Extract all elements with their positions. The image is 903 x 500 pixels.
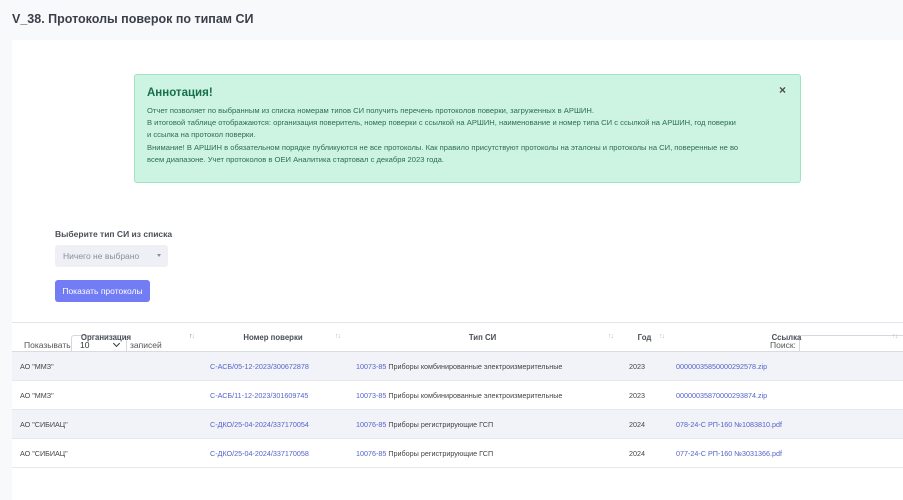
cell-organization: АО "СИБИАЦ" — [12, 409, 200, 439]
page-title: V_38. Протоколы поверок по типам СИ — [12, 12, 254, 26]
cell-year: 2024 — [619, 438, 670, 468]
annotation-title: Аннотация! — [147, 87, 213, 99]
type-select-label: Выберите тип СИ из списка — [55, 229, 173, 239]
type-name: Приборы регистрирующие ГСП — [388, 448, 494, 458]
type-name: Приборы комбинированные электроизмерител… — [388, 390, 563, 400]
table-header-row: Организация ↑↓ Номер поверки ↑↓ Тип СИ ↑↓ Г… — [12, 322, 903, 352]
show-protocols-button[interactable]: Показать протоколы — [55, 280, 150, 302]
sort-icon: ↑↓ — [892, 333, 898, 340]
close-icon[interactable]: × — [779, 83, 786, 97]
type-code-link[interactable]: 10076-85 — [356, 420, 386, 429]
annotation-alert: Аннотация! Отчет позволяет по выбранным … — [134, 74, 801, 183]
type-select-value: Ничего не выбрано — [63, 251, 140, 261]
verification-number-link[interactable]: С-АСБ/05-12-2023/300672878 — [210, 362, 309, 371]
table-row: АО "ММЗ" С-АСБ/11-12-2023/301609745 1007… — [12, 380, 903, 410]
protocol-link[interactable]: 00000035870000293874.zip — [676, 391, 767, 400]
column-header-link[interactable]: Ссылка ↑↓ — [670, 322, 903, 352]
annotation-line: всем диапазоне. Учет протоколов в ОЕИ Ан… — [147, 154, 444, 164]
cell-organization: АО "ММЗ" — [12, 380, 200, 410]
annotation-line: Внимание! В АРШИН в обязательном порядке… — [147, 142, 739, 152]
type-name: Приборы комбинированные электроизмерител… — [388, 361, 563, 371]
sort-icon: ↑↓ — [335, 333, 341, 340]
sort-icon: ↑↓ — [608, 333, 614, 340]
protocol-link[interactable]: 078-24-С РП-160 №1083810.pdf — [676, 420, 782, 429]
annotation-line: Отчет позволяет по выбранным из списка н… — [147, 106, 594, 115]
type-code-link[interactable]: 10073-85 — [356, 391, 386, 400]
table-row: АО "ММЗ" С-АСБ/05-12-2023/300672878 1007… — [12, 351, 903, 381]
protocols-table: Организация ↑↓ Номер поверки ↑↓ Тип СИ ↑↓ Г… — [12, 322, 903, 468]
caret-down-icon — [157, 254, 161, 257]
sort-icon: ↑↓ — [659, 333, 665, 340]
protocol-link[interactable]: 00000035850000292578.zip — [676, 362, 767, 371]
verification-number-link[interactable]: С-ДКО/25-04-2024/337170058 — [210, 449, 309, 458]
cell-year: 2023 — [619, 351, 670, 381]
column-label: Организация — [80, 332, 132, 342]
protocol-link[interactable]: 077-24-С РП-160 №3031366.pdf — [676, 449, 782, 458]
annotation-line: В итоговой таблице отображаются: организ… — [147, 118, 736, 128]
cell-organization: АО "СИБИАЦ" — [12, 438, 200, 468]
column-header-year[interactable]: Год ↑↓ — [619, 322, 670, 352]
column-label: Год — [637, 332, 652, 342]
column-label: Ссылка — [771, 332, 802, 342]
verification-number-link[interactable]: С-АСБ/11-12-2023/301609745 — [210, 391, 308, 400]
cell-organization: АО "ММЗ" — [12, 351, 200, 381]
column-header-type[interactable]: Тип СИ ↑↓ — [346, 322, 619, 352]
column-label: Номер поверки — [243, 332, 303, 342]
cell-year: 2024 — [619, 409, 670, 439]
type-name: Приборы регистрирующие ГСП — [388, 419, 494, 429]
table-row: АО "СИБИАЦ" С-ДКО/25-04-2024/337170058 1… — [12, 438, 903, 468]
table-row: АО "СИБИАЦ" С-ДКО/25-04-2024/337170054 1… — [12, 409, 903, 439]
column-header-organization[interactable]: Организация ↑↓ — [12, 322, 200, 352]
type-code-link[interactable]: 10073-85 — [356, 362, 386, 371]
verification-number-link[interactable]: С-ДКО/25-04-2024/337170054 — [210, 420, 309, 429]
column-label: Тип СИ — [468, 332, 497, 342]
column-header-number[interactable]: Номер поверки ↑↓ — [200, 322, 346, 352]
type-select[interactable]: Ничего не выбрано — [55, 245, 168, 267]
sort-icon: ↑↓ — [189, 333, 195, 340]
annotation-line: и ссылка на протокол поверки. — [147, 130, 256, 140]
type-code-link[interactable]: 10076-85 — [356, 449, 386, 458]
cell-year: 2023 — [619, 380, 670, 410]
